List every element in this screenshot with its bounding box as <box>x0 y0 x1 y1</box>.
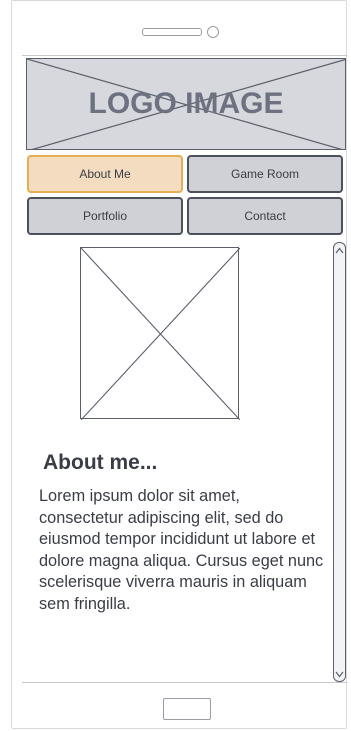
camera-icon <box>207 26 219 38</box>
profile-image-placeholder <box>80 247 240 420</box>
logo-image: LOGO IMAGE <box>26 58 346 150</box>
speaker-icon <box>142 28 202 36</box>
nav-button-game-room[interactable]: Game Room <box>187 155 343 193</box>
home-button[interactable] <box>163 698 211 720</box>
about-heading: About me... <box>43 451 158 474</box>
nav-button-about-me[interactable]: About Me <box>27 155 183 193</box>
nav-button-contact[interactable]: Contact <box>187 197 343 235</box>
chevron-down-icon[interactable] <box>334 667 345 681</box>
chevron-up-icon[interactable] <box>334 243 345 257</box>
logo-text: LOGO IMAGE <box>88 87 284 120</box>
placeholder-cross-icon <box>81 248 240 420</box>
about-body-text: Lorem ipsum dolor sit amet, consectetur … <box>39 487 324 613</box>
vertical-scrollbar[interactable] <box>333 242 346 682</box>
nav-button-portfolio[interactable]: Portfolio <box>27 197 183 235</box>
wireframe-canvas: LOGO IMAGE About Me Game Room Portfolio … <box>0 0 351 731</box>
